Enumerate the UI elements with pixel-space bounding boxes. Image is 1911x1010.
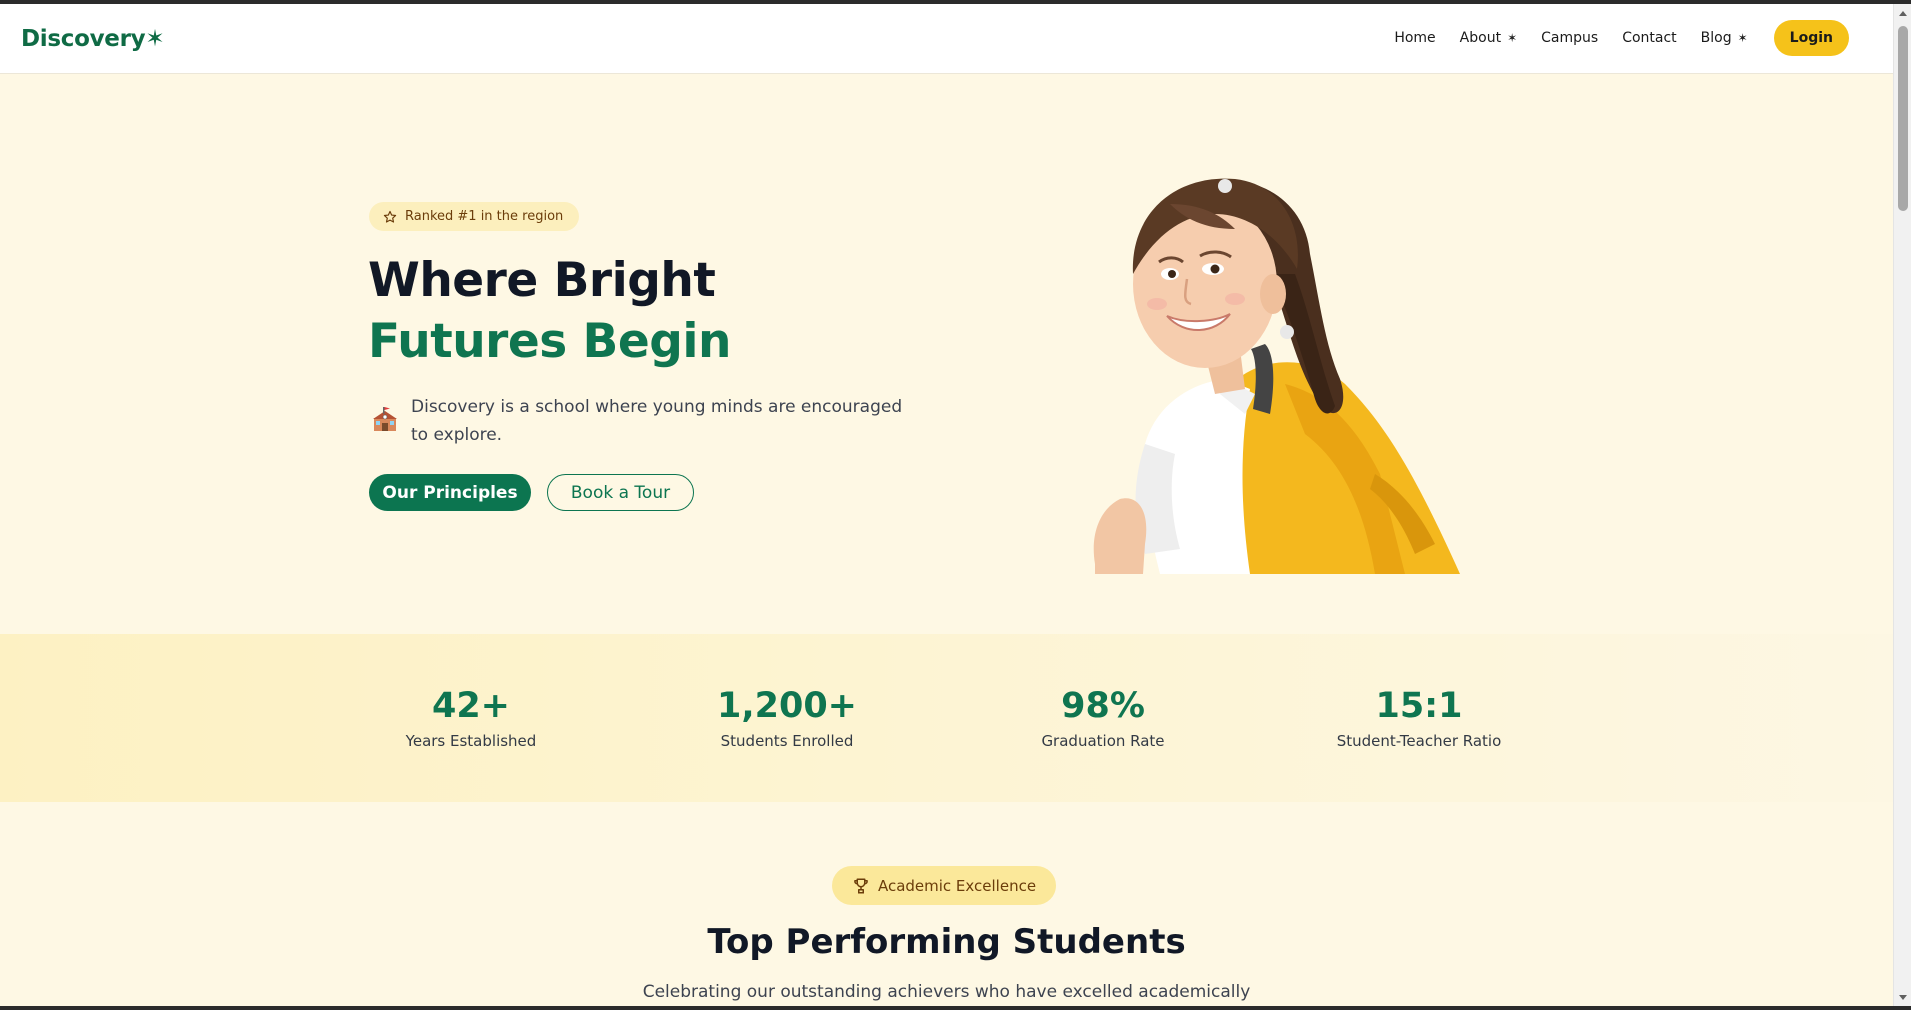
stat-value: 42+ [431, 686, 511, 726]
ranking-badge: Ranked #1 in the region [369, 202, 580, 231]
hero-title-line2: Futures Begin [368, 314, 731, 369]
academic-excellence-badge: Academic Excellence [832, 866, 1056, 905]
hero-title: Where Bright Futures Begin [368, 250, 731, 372]
login-button[interactable]: Login [1773, 20, 1849, 56]
nav-item-about[interactable]: About ✶ [1460, 30, 1517, 46]
scroll-up-arrow-icon[interactable] [1894, 4, 1911, 22]
stat-years: 42+ Years Established [351, 684, 591, 750]
main-nav: Home About ✶ Campus Contact Blog ✶ Login [1370, 20, 1849, 56]
stat-students: 1,200+ Students Enrolled [667, 684, 907, 750]
logo[interactable]: Discovery✶ [21, 26, 165, 52]
stat-label: Years Established [405, 732, 537, 750]
scroll-down-arrow-icon[interactable] [1894, 988, 1911, 1006]
logo-text: Discovery [21, 26, 146, 52]
nav-item-label: About [1459, 30, 1502, 46]
book-tour-button[interactable]: Book a Tour [547, 474, 694, 511]
school-icon [373, 407, 397, 431]
trophy-icon [854, 878, 868, 893]
vertical-scrollbar[interactable] [1893, 4, 1911, 1006]
badge-label: Ranked #1 in the region [405, 209, 564, 224]
stat-ratio: 15:1 Student-Teacher Ratio [1299, 684, 1539, 750]
nav-item-label: Home [1394, 30, 1436, 46]
nav-item-home[interactable]: Home [1394, 30, 1435, 46]
hero-title-line1: Where Bright [368, 253, 716, 308]
stats-band: 42+ Years Established 1,200+ Students En… [0, 634, 1893, 802]
nav-item-campus[interactable]: Campus [1541, 30, 1598, 46]
page-viewport: Discovery✶ Home About ✶ Campus Contact B… [0, 4, 1893, 1006]
hero-description-text: Discovery is a school where young minds … [411, 397, 903, 445]
our-principles-button[interactable]: Our Principles [369, 474, 531, 511]
site-header: Discovery✶ Home About ✶ Campus Contact B… [0, 4, 1893, 74]
nav-item-label: Campus [1541, 30, 1599, 46]
stat-value: 1,200+ [716, 686, 858, 726]
nav-item-blog[interactable]: Blog ✶ [1701, 30, 1748, 46]
stat-graduation: 98% Graduation Rate [983, 684, 1223, 750]
dropdown-star-icon: ✶ [1737, 31, 1748, 45]
dropdown-star-icon: ✶ [1507, 31, 1518, 45]
section-title: Top Performing Students [707, 922, 1186, 962]
student-photo [1093, 178, 1460, 574]
stat-label: Student-Teacher Ratio [1336, 732, 1502, 750]
scroll-thumb[interactable] [1898, 26, 1908, 211]
nav-item-label: Contact [1622, 30, 1677, 46]
logo-star-icon: ✶ [145, 26, 165, 52]
section-subtitle: Celebrating our outstanding achievers wh… [642, 982, 1251, 1002]
nav-item-contact[interactable]: Contact [1622, 30, 1676, 46]
section-badge-label: Academic Excellence [877, 876, 1037, 895]
star-icon [383, 210, 397, 223]
stat-label: Students Enrolled [720, 732, 854, 750]
stat-label: Graduation Rate [1041, 732, 1165, 750]
stat-value: 98% [1061, 686, 1145, 726]
nav-item-label: Blog [1700, 30, 1732, 46]
hero-section: Ranked #1 in the region Where Bright Fut… [0, 74, 1893, 644]
stat-value: 15:1 [1375, 686, 1463, 726]
hero-description: Discovery is a school where young minds … [371, 393, 911, 449]
